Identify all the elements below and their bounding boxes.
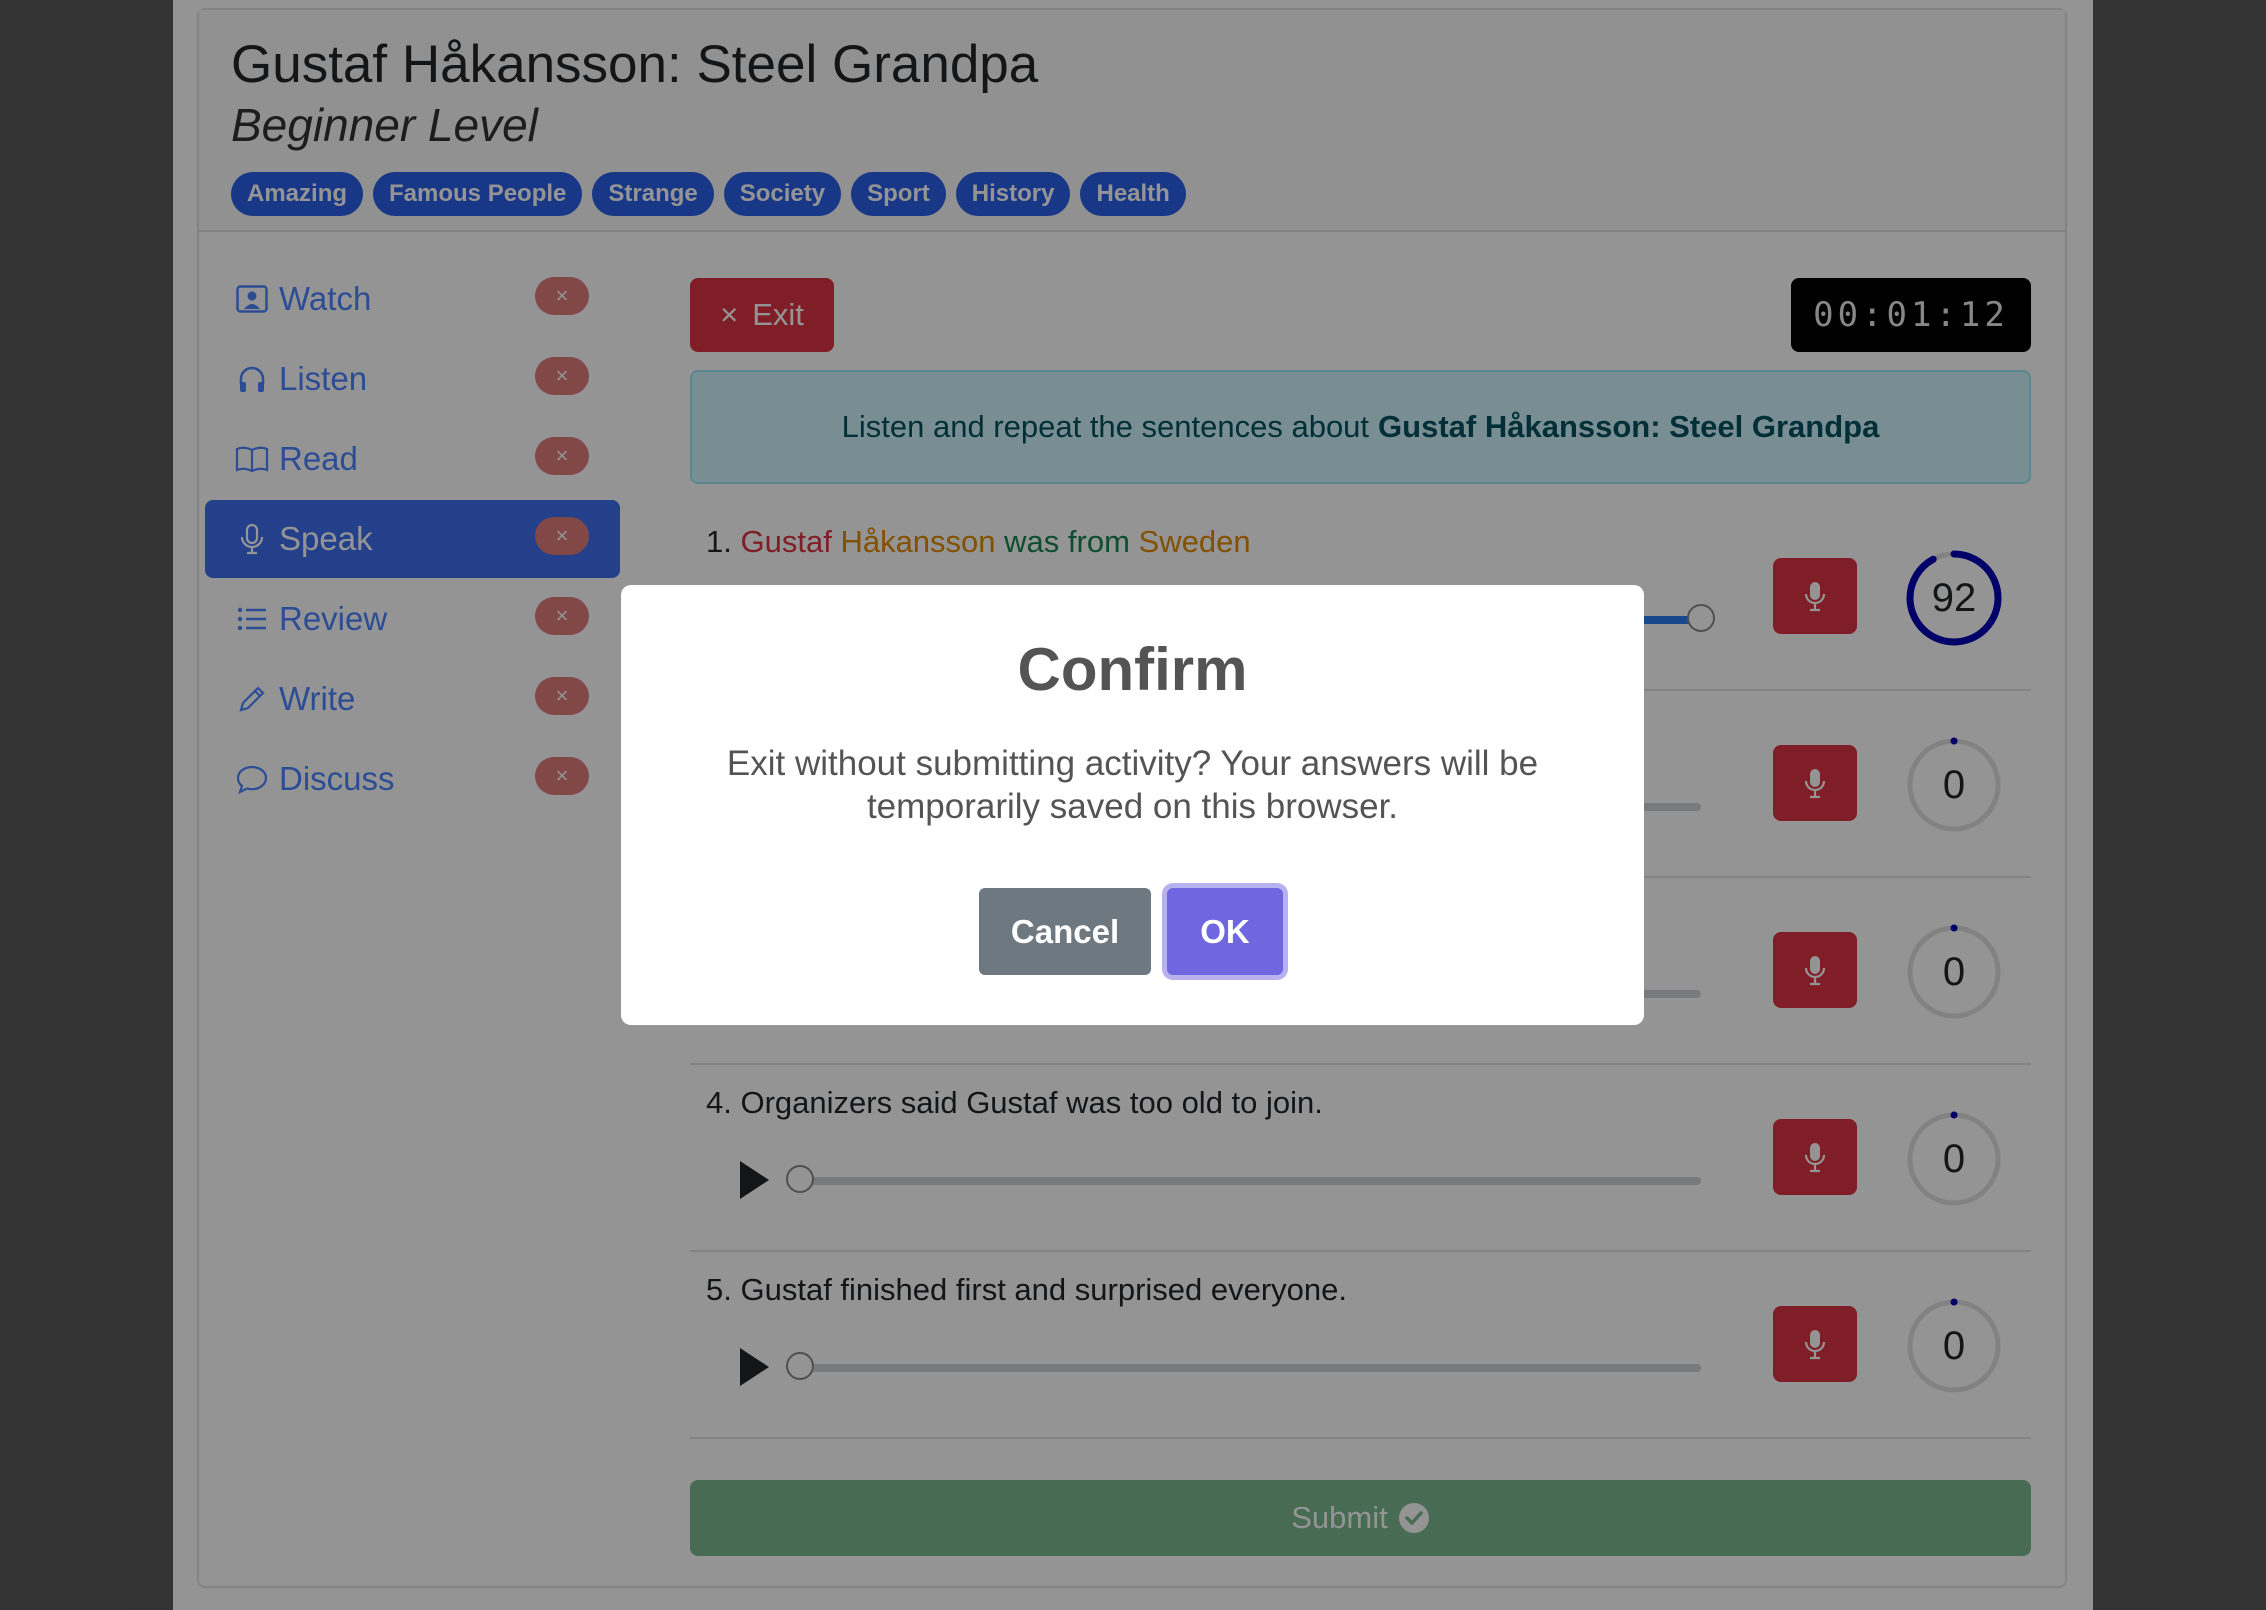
ok-button[interactable]: OK (1167, 888, 1283, 975)
confirm-dialog: Confirm Exit without submitting activity… (621, 585, 1644, 1025)
dialog-message: Exit without submitting activity? Your a… (726, 744, 1539, 826)
cancel-button[interactable]: Cancel (979, 888, 1151, 975)
dialog-title: Confirm (1017, 636, 1248, 703)
